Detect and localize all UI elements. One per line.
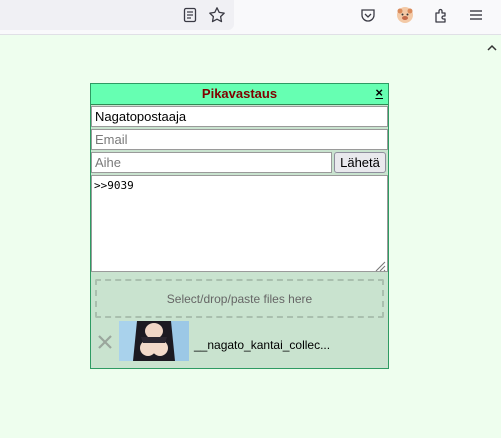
send-button[interactable]: Lähetä: [334, 152, 386, 173]
name-field[interactable]: [91, 106, 388, 127]
bookmark-star-icon[interactable]: [207, 5, 227, 25]
file-thumbnail: [119, 321, 189, 361]
reader-view-icon[interactable]: [180, 5, 200, 25]
extensions-icon[interactable]: [431, 5, 451, 25]
pocket-icon[interactable]: [358, 5, 378, 25]
subject-field[interactable]: [91, 152, 332, 173]
page-scrollbar[interactable]: [487, 35, 501, 438]
comment-field[interactable]: >>9039: [91, 175, 388, 272]
quick-reply-header[interactable]: Pikavastaus ×: [91, 84, 388, 105]
scroll-up-arrow-icon[interactable]: [486, 38, 498, 51]
close-button[interactable]: ×: [375, 85, 383, 100]
remove-file-icon[interactable]: [97, 334, 113, 350]
file-name: __nagato_kantai_collec...: [194, 338, 331, 352]
file-dropzone[interactable]: Select/drop/paste files here: [95, 279, 384, 318]
profile-avatar-icon[interactable]: [395, 5, 415, 25]
quick-reply-box: Pikavastaus × Lähetä >>9039 Select/drop/…: [90, 83, 389, 369]
browser-toolbar: [0, 0, 501, 35]
resize-handle-icon[interactable]: [373, 257, 386, 272]
quick-reply-title: Pikavastaus: [201, 86, 278, 101]
dropzone-label: Select/drop/paste files here: [166, 291, 313, 306]
email-field[interactable]: [91, 129, 388, 150]
menu-icon[interactable]: [466, 5, 486, 25]
